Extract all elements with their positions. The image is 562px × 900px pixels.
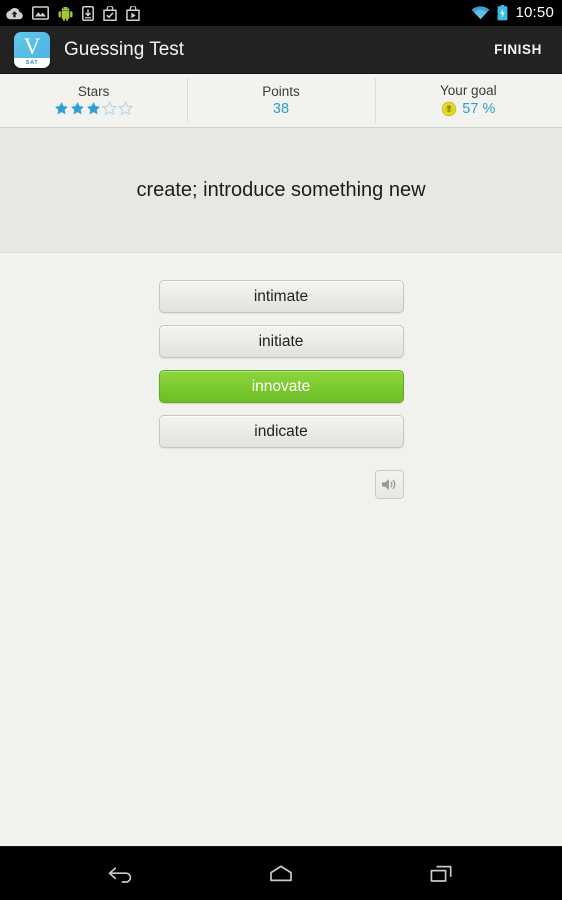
- app-logo-sublabel-strip: SAT: [14, 57, 50, 68]
- stat-your-goal-label: Your goal: [440, 83, 497, 99]
- recents-icon: [430, 865, 452, 882]
- cloud-upload-icon: [6, 7, 23, 19]
- star-empty-icon: [118, 101, 134, 116]
- question-text: create; introduce something new: [136, 179, 426, 201]
- status-bar: 10:50: [0, 0, 562, 26]
- speaker-icon: [381, 479, 395, 490]
- bag-play-icon: [126, 5, 140, 21]
- stat-stars-label: Stars: [77, 83, 110, 99]
- star-rating: [54, 101, 134, 116]
- question-panel: create; introduce something new: [0, 128, 562, 253]
- android-icon: [58, 6, 73, 21]
- nav-home-button[interactable]: [252, 852, 310, 896]
- status-bar-clock: 10:50: [515, 4, 554, 21]
- stat-stars-value: [54, 101, 134, 116]
- photo-icon: [32, 6, 49, 20]
- answer-option-4[interactable]: indicate: [158, 415, 404, 448]
- status-bar-notification-icons: [6, 5, 140, 21]
- stat-your-goal-value: 57 %: [462, 100, 496, 117]
- app-screen: 10:50 V SAT Guessing Test FINISH Stars P…: [0, 0, 562, 900]
- app-logo-sublabel: SAT: [25, 59, 39, 66]
- stat-points: Points 38: [187, 74, 374, 127]
- gold-coin-icon: [442, 101, 457, 116]
- stats-bar: Stars Points 38 Your goal 57 %: [0, 74, 562, 128]
- finish-button[interactable]: FINISH: [488, 36, 548, 63]
- answer-option-2[interactable]: initiate: [158, 325, 404, 358]
- answer-option-1[interactable]: intimate: [158, 280, 404, 313]
- download-device-icon: [82, 5, 94, 21]
- sound-row: [159, 470, 404, 499]
- home-icon: [270, 865, 292, 881]
- app-logo-icon: V SAT: [14, 31, 50, 68]
- bag-check-icon: [103, 5, 117, 21]
- back-icon: [108, 866, 132, 883]
- status-bar-system-icons: 10:50: [471, 5, 554, 21]
- answers-area: intimate initiate innovate indicate: [0, 253, 562, 846]
- stat-your-goal-value-wrap: 57 %: [441, 101, 495, 117]
- stat-points-value: 38: [272, 100, 290, 117]
- star-filled-icon: [71, 102, 85, 115]
- nav-recents-button[interactable]: [412, 852, 470, 896]
- stat-stars: Stars: [0, 74, 187, 127]
- app-logo-letter: V: [23, 33, 41, 59]
- page-title: Guessing Test: [64, 38, 185, 60]
- stat-points-label: Points: [262, 84, 300, 99]
- star-filled-icon: [55, 102, 69, 115]
- play-sound-button[interactable]: [374, 470, 404, 499]
- star-empty-icon: [102, 101, 118, 116]
- system-navigation-bar: [0, 846, 562, 900]
- answer-option-3[interactable]: innovate: [158, 370, 404, 403]
- battery-charging-icon: [498, 5, 508, 21]
- nav-back-button[interactable]: [92, 852, 150, 896]
- wifi-icon: [472, 6, 490, 20]
- star-filled-icon: [87, 102, 101, 115]
- stat-your-goal: Your goal 57 %: [374, 74, 562, 127]
- action-bar: V SAT Guessing Test FINISH: [0, 26, 562, 74]
